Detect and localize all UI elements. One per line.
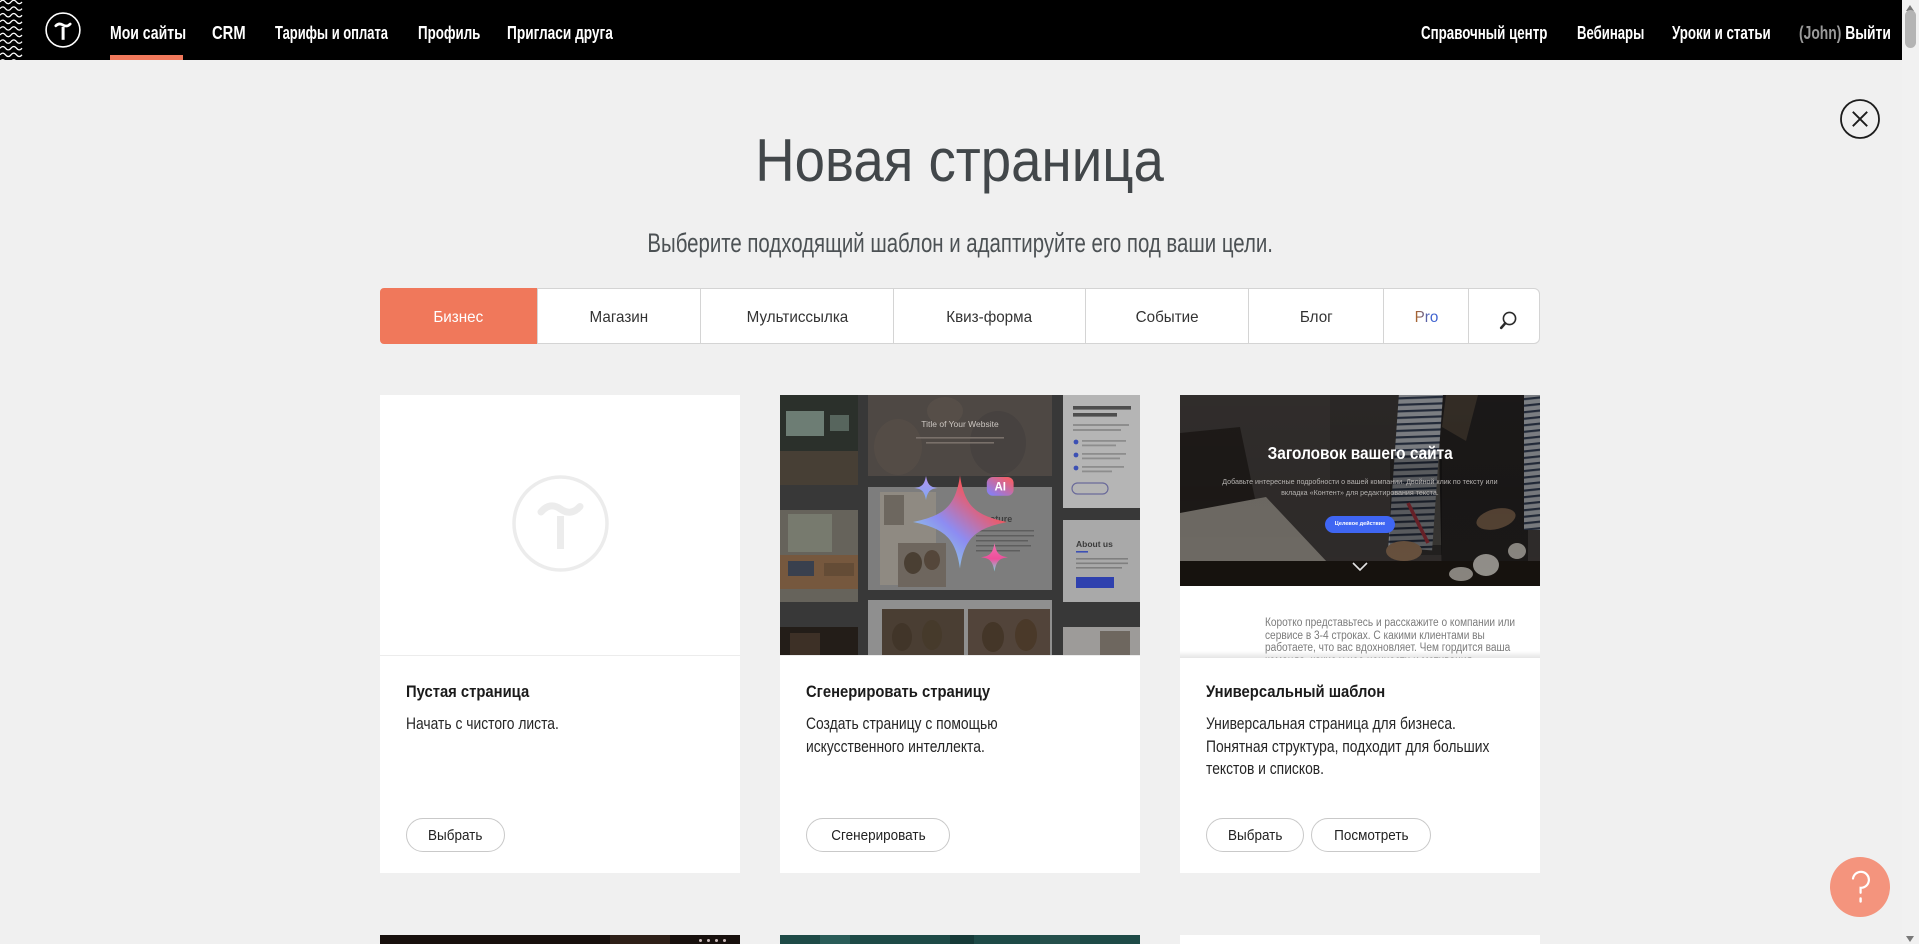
svg-text:About us: About us xyxy=(1076,539,1113,549)
svg-text:Title of Your Website: Title of Your Website xyxy=(921,419,999,429)
svg-text:AI: AI xyxy=(994,482,1006,494)
